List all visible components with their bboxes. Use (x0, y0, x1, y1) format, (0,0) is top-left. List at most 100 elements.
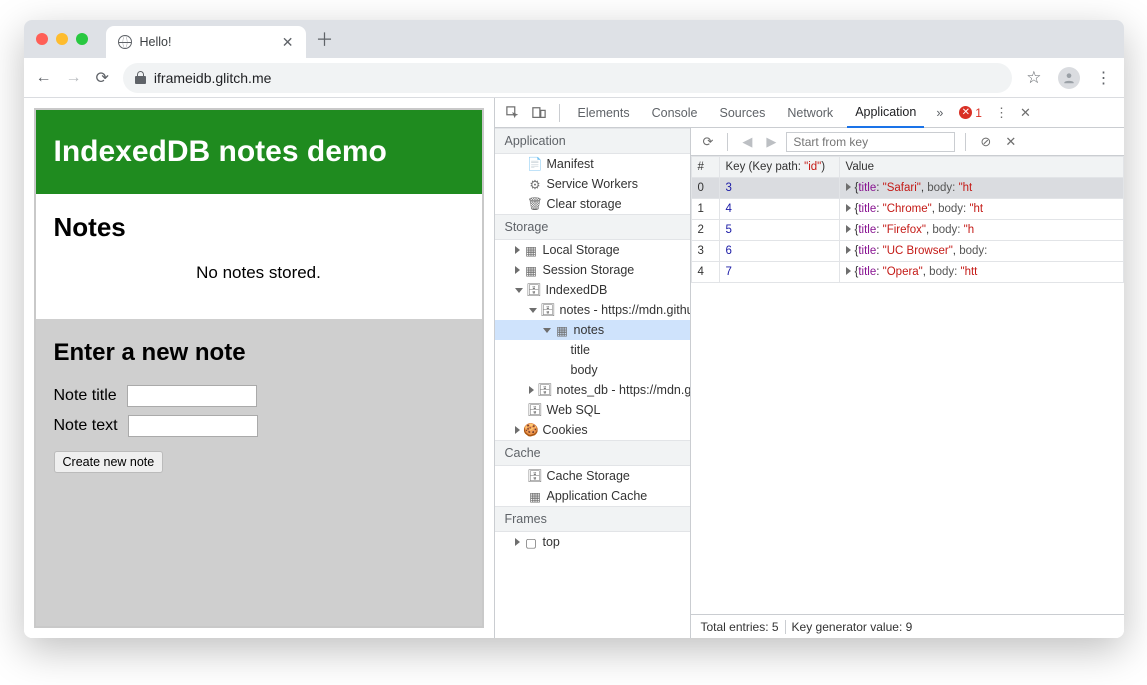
window-zoom-button[interactable] (76, 33, 88, 45)
refresh-icon[interactable]: ⟳ (699, 134, 718, 150)
note-title-label: Note title (54, 387, 117, 405)
tab-application[interactable]: Application (847, 98, 924, 128)
window-close-button[interactable] (36, 33, 48, 45)
tab-elements[interactable]: Elements (570, 98, 638, 128)
idb-status-bar: Total entries: 5 Key generator value: 9 (691, 614, 1124, 638)
delete-selected-icon[interactable]: ✕ (1001, 134, 1020, 150)
notes-heading: Notes (54, 212, 464, 243)
close-tab-icon[interactable]: ✕ (282, 34, 294, 51)
devtools-menu-icon[interactable]: ⋮ (992, 105, 1011, 121)
database-icon: 🗄 (529, 404, 542, 417)
sidebar-item-session-storage[interactable]: ▦ Session Storage (495, 260, 690, 280)
cookie-icon: 🍪 (525, 424, 538, 437)
storage-icon: ▦ (525, 244, 538, 257)
status-total: Total entries: 5 (701, 620, 779, 634)
table-row[interactable]: 47{title: "Opera", body: "htt (691, 262, 1123, 283)
sidebar-item-idb-index-title[interactable]: title (495, 340, 690, 360)
database-icon: 🗄 (529, 470, 542, 483)
toolbar-right: ☆ ⋮ (1026, 67, 1111, 89)
error-indicator[interactable]: ✕1 (955, 106, 986, 120)
url-text: iframeidb.glitch.me (154, 70, 272, 86)
profile-avatar[interactable] (1058, 67, 1080, 89)
devtools-panel: Elements Console Sources Network Applica… (494, 98, 1124, 638)
storage-icon: ▦ (525, 264, 538, 277)
create-note-button[interactable]: Create new note (54, 451, 164, 473)
sidebar-item-idb-notes-db[interactable]: 🗄 notes - https://mdn.github (495, 300, 690, 320)
sidebar-item-cookies[interactable]: 🍪 Cookies (495, 420, 690, 440)
traffic-lights (36, 33, 88, 45)
window-minimize-button[interactable] (56, 33, 68, 45)
sidebar-item-websql[interactable]: 🗄 Web SQL (495, 400, 690, 420)
new-note-heading: Enter a new note (54, 339, 464, 367)
page-frame: IndexedDB notes demo Notes No notes stor… (34, 108, 484, 628)
forward-button[interactable]: → (66, 69, 82, 87)
new-note-section: Enter a new note Note title Note text Cr… (36, 319, 482, 626)
note-title-input[interactable] (127, 385, 257, 407)
tab-sources[interactable]: Sources (711, 98, 773, 128)
bookmark-star-icon[interactable]: ☆ (1026, 68, 1041, 88)
section-storage: Storage (495, 214, 690, 240)
col-key[interactable]: Key (Key path: "id") (719, 157, 839, 178)
col-index[interactable]: # (691, 157, 719, 178)
inspect-element-icon[interactable] (503, 106, 523, 120)
sidebar-item-indexeddb[interactable]: 🗄 IndexedDB (495, 280, 690, 300)
table-icon: ▦ (556, 324, 569, 337)
notes-section: Notes No notes stored. (36, 194, 482, 319)
tab-network[interactable]: Network (779, 98, 841, 128)
tab-console[interactable]: Console (644, 98, 706, 128)
start-from-key-input[interactable] (786, 132, 955, 152)
tab-strip: Hello! ✕ ＋ (24, 20, 1124, 58)
idb-toolbar: ⟳ ◀ ▶ ⊘ ✕ (691, 128, 1124, 156)
page-title: IndexedDB notes demo (36, 110, 482, 194)
gear-icon: ⚙ (529, 178, 542, 191)
storage-icon: ▦ (529, 490, 542, 503)
page-viewport: IndexedDB notes demo Notes No notes stor… (24, 98, 494, 638)
prev-page-icon[interactable]: ◀ (738, 134, 756, 150)
devtools-tabbar: Elements Console Sources Network Applica… (495, 98, 1124, 128)
note-text-label: Note text (54, 417, 118, 435)
table-row[interactable]: 36{title: "UC Browser", body: (691, 241, 1123, 262)
sidebar-item-top-frame[interactable]: ▢ top (495, 532, 690, 552)
section-cache: Cache (495, 440, 690, 466)
tab-title: Hello! (140, 35, 172, 49)
database-icon: 🗄 (528, 284, 541, 297)
new-tab-button[interactable]: ＋ (316, 26, 334, 52)
table-row[interactable]: 25{title: "Firefox", body: "h (691, 220, 1123, 241)
sidebar-item-idb-notesdb[interactable]: 🗄 notes_db - https://mdn.git (495, 380, 690, 400)
status-keygen: Key generator value: 9 (792, 620, 913, 634)
back-button[interactable]: ← (36, 69, 52, 87)
toolbar: ← → ⟳ iframeidb.glitch.me ☆ ⋮ (24, 58, 1124, 98)
sidebar-item-service-workers[interactable]: ⚙ Service Workers (495, 174, 690, 194)
section-application: Application (495, 128, 690, 154)
more-tabs-icon[interactable]: » (930, 106, 949, 120)
sidebar-item-idb-index-body[interactable]: body (495, 360, 690, 380)
sidebar-item-clear-storage[interactable]: 🗑 Clear storage (495, 194, 690, 214)
device-toolbar-icon[interactable] (529, 106, 549, 120)
address-bar[interactable]: iframeidb.glitch.me (123, 63, 1012, 93)
clear-store-icon[interactable]: ⊘ (976, 134, 995, 150)
database-icon: 🗄 (542, 304, 555, 317)
next-page-icon[interactable]: ▶ (762, 134, 780, 150)
devtools-close-icon[interactable]: ✕ (1017, 105, 1034, 121)
browser-menu-icon[interactable]: ⋮ (1096, 68, 1112, 88)
table-row[interactable]: 03{title: "Safari", body: "ht (691, 178, 1123, 199)
sidebar-item-cache-storage[interactable]: 🗄 Cache Storage (495, 466, 690, 486)
sidebar-item-local-storage[interactable]: ▦ Local Storage (495, 240, 690, 260)
col-value[interactable]: Value (839, 157, 1123, 178)
database-icon: 🗄 (539, 384, 552, 397)
content-area: IndexedDB notes demo Notes No notes stor… (24, 98, 1124, 638)
lock-icon (135, 71, 146, 84)
sidebar-item-idb-notes-store[interactable]: ▦ notes (495, 320, 690, 340)
sidebar-item-application-cache[interactable]: ▦ Application Cache (495, 486, 690, 506)
browser-tab[interactable]: Hello! ✕ (106, 26, 306, 58)
file-icon: 📄 (529, 158, 542, 171)
trash-icon: 🗑 (529, 198, 542, 211)
section-frames: Frames (495, 506, 690, 532)
no-notes-text: No notes stored. (54, 257, 464, 301)
note-text-input[interactable] (128, 415, 258, 437)
application-sidebar: Application 📄 Manifest ⚙ Service Workers… (495, 128, 691, 638)
table-row[interactable]: 14{title: "Chrome", body: "ht (691, 199, 1123, 220)
reload-button[interactable]: ⟳ (96, 68, 109, 88)
sidebar-item-manifest[interactable]: 📄 Manifest (495, 154, 690, 174)
frame-icon: ▢ (525, 536, 538, 549)
